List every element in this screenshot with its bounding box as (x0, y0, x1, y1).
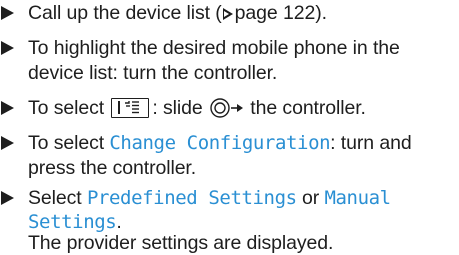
controller-slide-icon (210, 97, 244, 119)
menu-key-icon (111, 98, 150, 118)
item1-text-before: Call up the device list ( (28, 2, 222, 24)
bullet-triangle-icon (1, 6, 14, 20)
item5-text-after: . (116, 211, 122, 233)
instruction-item-5-line-1: Select Predefined Settings or Manual (28, 186, 391, 210)
instruction-item-2-line-1: To highlight the desired mobile phone in… (28, 36, 400, 60)
instruction-list: Call up the device list ( page 122). To h… (0, 0, 459, 255)
menu-option-manual-settings-part2: Settings (28, 211, 117, 233)
item5-result: The provider settings are displayed. (28, 232, 334, 254)
item5-text-before: Select (28, 187, 82, 209)
item3-text-after: the controller. (250, 97, 366, 119)
bullet-triangle-icon (1, 101, 14, 115)
bullet-triangle-icon (1, 41, 14, 55)
item1-text-after: ). (315, 2, 327, 24)
instruction-item-4-line-2: press the controller. (28, 156, 196, 180)
instruction-item-5-result: The provider settings are displayed. (28, 231, 333, 255)
bullet-triangle-icon (1, 191, 14, 205)
item5-text-or: or (302, 187, 320, 209)
item1-page-ref: page 122 (234, 2, 316, 24)
item2-line2: device list: turn the controller. (28, 62, 278, 84)
item2-line1: To highlight the desired mobile phone in… (28, 37, 400, 59)
bullet-triangle-icon (1, 136, 14, 150)
menu-option-predefined-settings: Predefined Settings (86, 187, 297, 209)
item4-text-after: : turn and (330, 132, 412, 154)
menu-option-manual-settings-part1: Manual (324, 187, 391, 209)
item4-text-before: To select (28, 132, 105, 154)
instruction-item-4-line-1: To select Change Configuration: turn and (28, 131, 412, 155)
page-reference-triangle-icon (222, 8, 233, 20)
item3-text-before: To select (28, 97, 105, 119)
item4-line2: press the controller. (28, 157, 197, 179)
instruction-item-1: Call up the device list ( page 122). (28, 1, 327, 25)
instruction-item-3: To select : slide the controller. (28, 96, 366, 120)
menu-option-change-configuration: Change Configuration (109, 132, 331, 154)
instruction-item-2-line-2: device list: turn the controller. (28, 61, 277, 85)
item3-text-mid: : slide (152, 97, 203, 119)
